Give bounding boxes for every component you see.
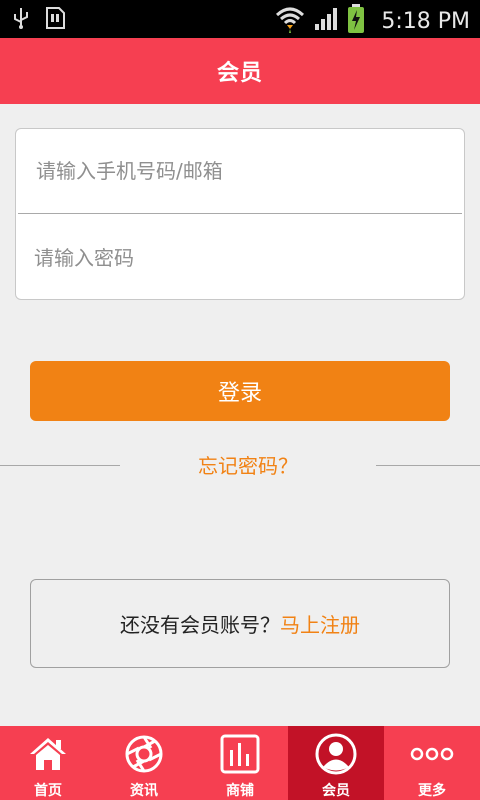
status-time: 5:18 PM <box>381 8 470 34</box>
divider-left <box>0 465 120 466</box>
nav-item-home[interactable]: 首页 <box>0 726 96 800</box>
username-field-row <box>18 129 462 214</box>
wifi-icon <box>275 5 305 37</box>
signal-icon <box>313 6 339 36</box>
nav-label-shop: 商铺 <box>226 783 254 799</box>
header-bar: 会员 <box>0 38 480 104</box>
status-bar: 5:18 PM <box>0 0 480 38</box>
register-prompt: 还没有会员账号？ <box>120 613 280 637</box>
login-form <box>15 128 465 300</box>
username-input[interactable] <box>36 159 462 183</box>
forgot-password-link[interactable]: 忘记密码？ <box>120 450 376 482</box>
member-avatar-icon <box>314 732 358 776</box>
sd-card-icon <box>44 6 66 34</box>
nav-label-member: 会员 <box>322 783 350 799</box>
register-box: 还没有会员账号？ 马上注册 <box>30 579 450 668</box>
login-button[interactable]: 登录 <box>30 361 450 421</box>
nav-item-more[interactable]: 更多 <box>384 726 480 800</box>
aperture-icon <box>122 732 166 776</box>
shop-chart-icon <box>218 732 262 776</box>
nav-item-member[interactable]: 会员 <box>288 726 384 800</box>
nav-item-news[interactable]: 资讯 <box>96 726 192 800</box>
bottom-nav: 首页 资讯 商铺 会员 更多 <box>0 726 480 800</box>
password-input[interactable] <box>34 245 464 270</box>
nav-item-shop[interactable]: 商铺 <box>192 726 288 800</box>
home-icon <box>26 732 70 776</box>
nav-label-home: 首页 <box>34 783 62 799</box>
battery-charging-icon <box>347 4 365 38</box>
register-link[interactable]: 马上注册 <box>280 609 360 638</box>
page-title: 会员 <box>216 61 263 86</box>
nav-label-news: 资讯 <box>130 783 158 799</box>
divider-right <box>376 465 480 466</box>
more-dots-icon <box>410 732 454 776</box>
nav-label-more: 更多 <box>418 783 446 799</box>
password-field-row <box>16 215 464 300</box>
usb-icon <box>12 6 30 34</box>
